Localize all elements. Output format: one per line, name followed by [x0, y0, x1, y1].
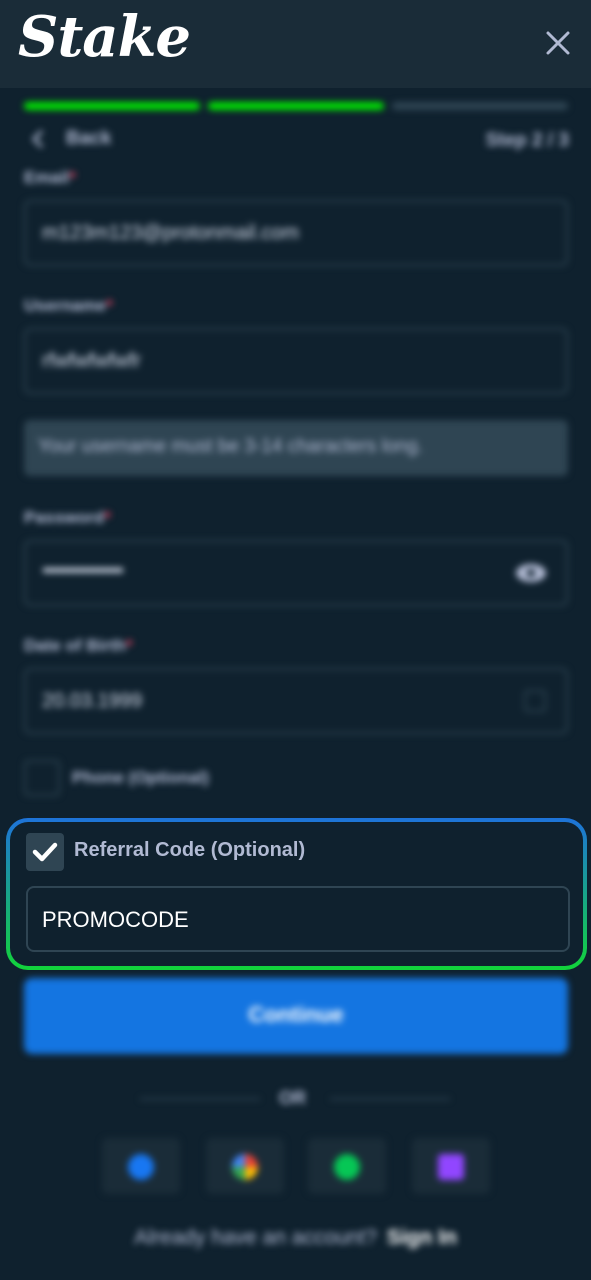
calendar-icon[interactable] — [524, 690, 546, 712]
email-value: m123m123@protonmail.com — [42, 222, 300, 244]
close-icon[interactable] — [543, 28, 573, 58]
facebook-button[interactable] — [102, 1138, 180, 1194]
dob-field[interactable]: 20.03.1999 — [24, 668, 568, 734]
line-button[interactable] — [308, 1138, 386, 1194]
registration-form: Back Step 2 / 3 Email* m123m123@protonma… — [0, 88, 591, 1280]
divider-text: OR — [279, 1088, 306, 1108]
eye-icon[interactable] — [514, 562, 548, 584]
line-icon — [334, 1154, 360, 1180]
username-field[interactable]: rfwfwfwfwfr — [24, 328, 568, 394]
signin-prompt-text: Already have an account? — [134, 1226, 377, 1249]
progress-segment-2 — [208, 102, 384, 110]
twitch-button[interactable] — [412, 1138, 490, 1194]
password-value: •••••••••••••••• — [42, 560, 124, 582]
referral-code-field[interactable] — [26, 886, 570, 952]
progress-segment-1 — [24, 102, 200, 110]
continue-button[interactable]: Continue — [24, 978, 568, 1054]
facebook-icon — [128, 1154, 154, 1180]
referral-code-input[interactable] — [42, 902, 542, 938]
google-button[interactable] — [206, 1138, 284, 1194]
top-bar: Stake — [0, 0, 591, 88]
username-hint: Your username must be 3-14 characters lo… — [24, 420, 568, 476]
referral-label: Referral Code (Optional) — [74, 839, 306, 861]
back-label: Back — [66, 128, 112, 149]
phone-checkbox[interactable] — [24, 760, 60, 796]
checkmark-icon — [32, 842, 58, 862]
signin-prompt: Already have an account? Sign In — [0, 1226, 591, 1250]
google-icon — [232, 1154, 258, 1180]
progress-segment-3 — [392, 102, 568, 110]
divider-right — [330, 1098, 450, 1100]
stake-logo: Stake — [18, 4, 191, 70]
step-indicator: Step 2 / 3 — [485, 130, 569, 151]
username-label: Username* — [24, 296, 113, 315]
divider-left — [140, 1098, 260, 1100]
email-field[interactable]: m123m123@protonmail.com — [24, 200, 568, 266]
referral-checkbox[interactable] — [26, 833, 64, 871]
chevron-left-icon — [31, 129, 44, 149]
phone-label: Phone (Optional) — [72, 768, 209, 787]
referral-code-section: Referral Code (Optional) — [6, 818, 587, 970]
dob-value: 20.03.1999 — [42, 690, 143, 712]
twitch-icon — [438, 1154, 464, 1180]
dob-label: Date of Birth* — [24, 636, 133, 655]
username-value: rfwfwfwfwfr — [42, 350, 141, 372]
password-field[interactable]: •••••••••••••••• — [24, 540, 568, 606]
signin-link[interactable]: Sign In — [387, 1226, 457, 1249]
password-label: Password* — [24, 508, 111, 527]
email-label: Email* — [24, 168, 76, 187]
